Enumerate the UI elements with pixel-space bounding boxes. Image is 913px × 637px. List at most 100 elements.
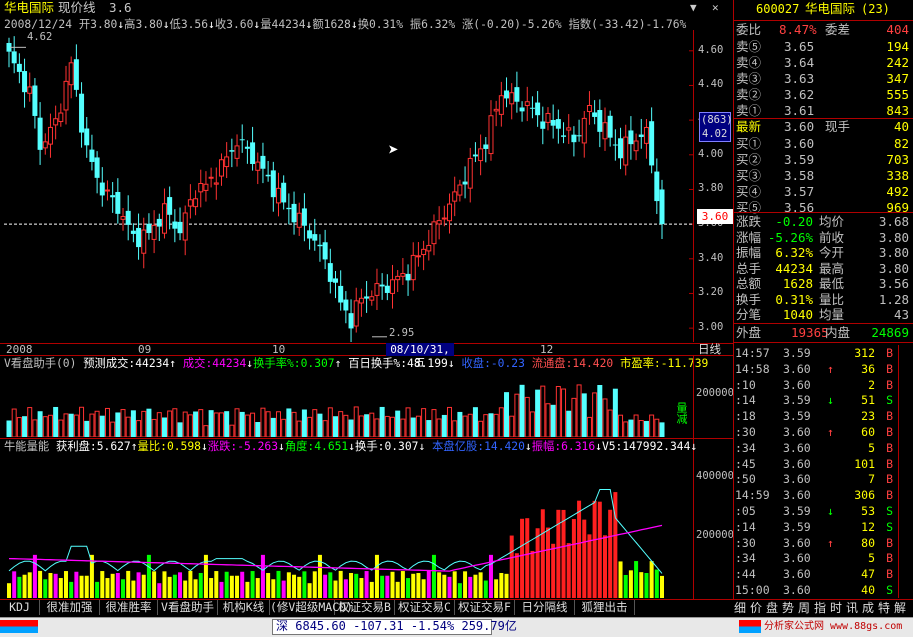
- volume-chart[interactable]: [0, 370, 693, 437]
- volume-bar: [602, 398, 608, 437]
- tick-price: 3.59: [783, 519, 811, 534]
- candle: [208, 167, 214, 188]
- energy-bar: [535, 528, 540, 598]
- status-index: 深 6845.60 -107.31 -1.54% 259.79亿: [276, 620, 517, 632]
- energy-chart[interactable]: [0, 453, 693, 598]
- tab-8[interactable]: 权证交易F: [455, 600, 515, 615]
- tick-price: 3.59: [783, 346, 811, 360]
- sells-vol: 347: [886, 71, 909, 86]
- volume-bar: [628, 419, 634, 437]
- tab-3[interactable]: V看盘助手: [158, 600, 218, 615]
- candle: [576, 119, 582, 142]
- volume-bar: [130, 410, 136, 437]
- vol-f3-label: 换手率%:: [253, 357, 301, 370]
- energy-bar: [312, 571, 317, 598]
- rp-scrollbar[interactable]: [898, 345, 912, 598]
- rp-tab-7[interactable]: 讯: [846, 602, 858, 614]
- candle: [504, 77, 510, 108]
- energy-bar: [660, 575, 664, 598]
- rp-tab-4[interactable]: 周: [798, 602, 810, 614]
- rp-bottom-tabs: 细价盘势周指时讯成特解: [733, 599, 913, 616]
- volume-bar: [529, 411, 535, 437]
- candle: [561, 122, 567, 144]
- volume-bar: [275, 411, 281, 437]
- energy-bar: [349, 572, 354, 598]
- rp-tab-5[interactable]: 指: [814, 602, 826, 614]
- candlestick-chart[interactable]: [0, 30, 733, 342]
- volume-bar: [400, 418, 406, 437]
- volume-bar: [493, 413, 499, 437]
- period-label[interactable]: 日线: [698, 343, 721, 356]
- energy-bar: [644, 573, 649, 598]
- tick-arrow: ↓: [827, 504, 834, 518]
- index-change: -107.31: [353, 619, 404, 633]
- candle: [410, 242, 416, 291]
- tick-price: 3.59: [783, 409, 811, 424]
- candle: [63, 65, 69, 125]
- menu-icon[interactable]: ▼: [690, 2, 697, 13]
- tick-bs: B: [886, 551, 893, 566]
- energy-bar: [431, 554, 436, 598]
- volume-bar: [291, 411, 297, 437]
- candle: [602, 107, 608, 151]
- tick-vol: 7: [868, 472, 875, 487]
- candle: [244, 140, 250, 164]
- rp-tab-3[interactable]: 势: [782, 602, 794, 614]
- volume-bar: [524, 396, 530, 437]
- tab-7[interactable]: 权证交易C: [395, 600, 455, 615]
- candle: [58, 103, 64, 127]
- line-price: 3.6: [109, 0, 132, 15]
- tick-bs: B: [886, 535, 893, 550]
- tick-price: 3.60: [783, 535, 811, 550]
- tab-5[interactable]: (修V超级MACD): [270, 600, 353, 615]
- energy-bar: [64, 571, 69, 598]
- rp-tab-2[interactable]: 盘: [766, 602, 778, 614]
- energy-bar: [198, 573, 203, 598]
- volume-bar: [94, 410, 100, 437]
- weibi-value: 8.47%: [779, 22, 817, 37]
- rp-tab-0[interactable]: 细: [734, 602, 746, 614]
- xianshou-label: 现手: [825, 119, 851, 134]
- rp-tab-9[interactable]: 特: [878, 602, 890, 614]
- candle: [462, 166, 468, 199]
- rp-line5: [733, 342, 913, 343]
- rp-tab-8[interactable]: 成: [862, 602, 874, 614]
- energy-bar: [520, 518, 525, 598]
- candle: [348, 299, 354, 342]
- buys-label: 买①: [736, 136, 762, 151]
- energy-bar: [473, 574, 478, 598]
- top-right-icons[interactable]: ▼ ✕: [688, 2, 732, 16]
- energy-bar: [369, 581, 374, 598]
- tab-9[interactable]: 日分隔线: [515, 600, 575, 615]
- rp-tab-1[interactable]: 价: [750, 602, 762, 614]
- tick-vol: 12: [861, 519, 875, 534]
- candle: [6, 37, 12, 68]
- candle: [364, 280, 370, 313]
- tick-vol: 51: [861, 393, 875, 408]
- tab-4[interactable]: 机构K线: [218, 600, 270, 615]
- tab-6[interactable]: 权证交易B: [335, 600, 395, 615]
- candle: [99, 167, 105, 207]
- close-icon[interactable]: ✕: [712, 2, 719, 13]
- tab-2[interactable]: 很准胜率: [100, 600, 158, 615]
- volume-bar: [53, 406, 59, 437]
- tab-1[interactable]: 很准加强: [40, 600, 100, 615]
- energy-bar: [162, 571, 167, 598]
- candle: [270, 161, 276, 212]
- volume-bar: [260, 407, 266, 437]
- tab-0[interactable]: KDJ: [0, 600, 40, 615]
- sells-vol: 194: [886, 39, 909, 54]
- candle: [478, 134, 484, 176]
- energy-bar: [328, 572, 333, 598]
- tick-vol: 53: [861, 504, 875, 518]
- volume-bar: [317, 413, 323, 437]
- tab-10[interactable]: 狐狸出击: [575, 600, 635, 615]
- energy-bar: [193, 579, 198, 598]
- price-axis: 4.604.404.204.003.803.603.403.203.00: [695, 30, 733, 342]
- rp-weibi-row: 委比 8.47% 委差 404: [733, 21, 913, 38]
- volume-bar: [312, 409, 318, 437]
- energy-bar: [22, 574, 27, 598]
- energy-bar: [136, 572, 141, 598]
- rp-tab-10[interactable]: 解: [894, 602, 906, 614]
- rp-tab-6[interactable]: 时: [830, 602, 842, 614]
